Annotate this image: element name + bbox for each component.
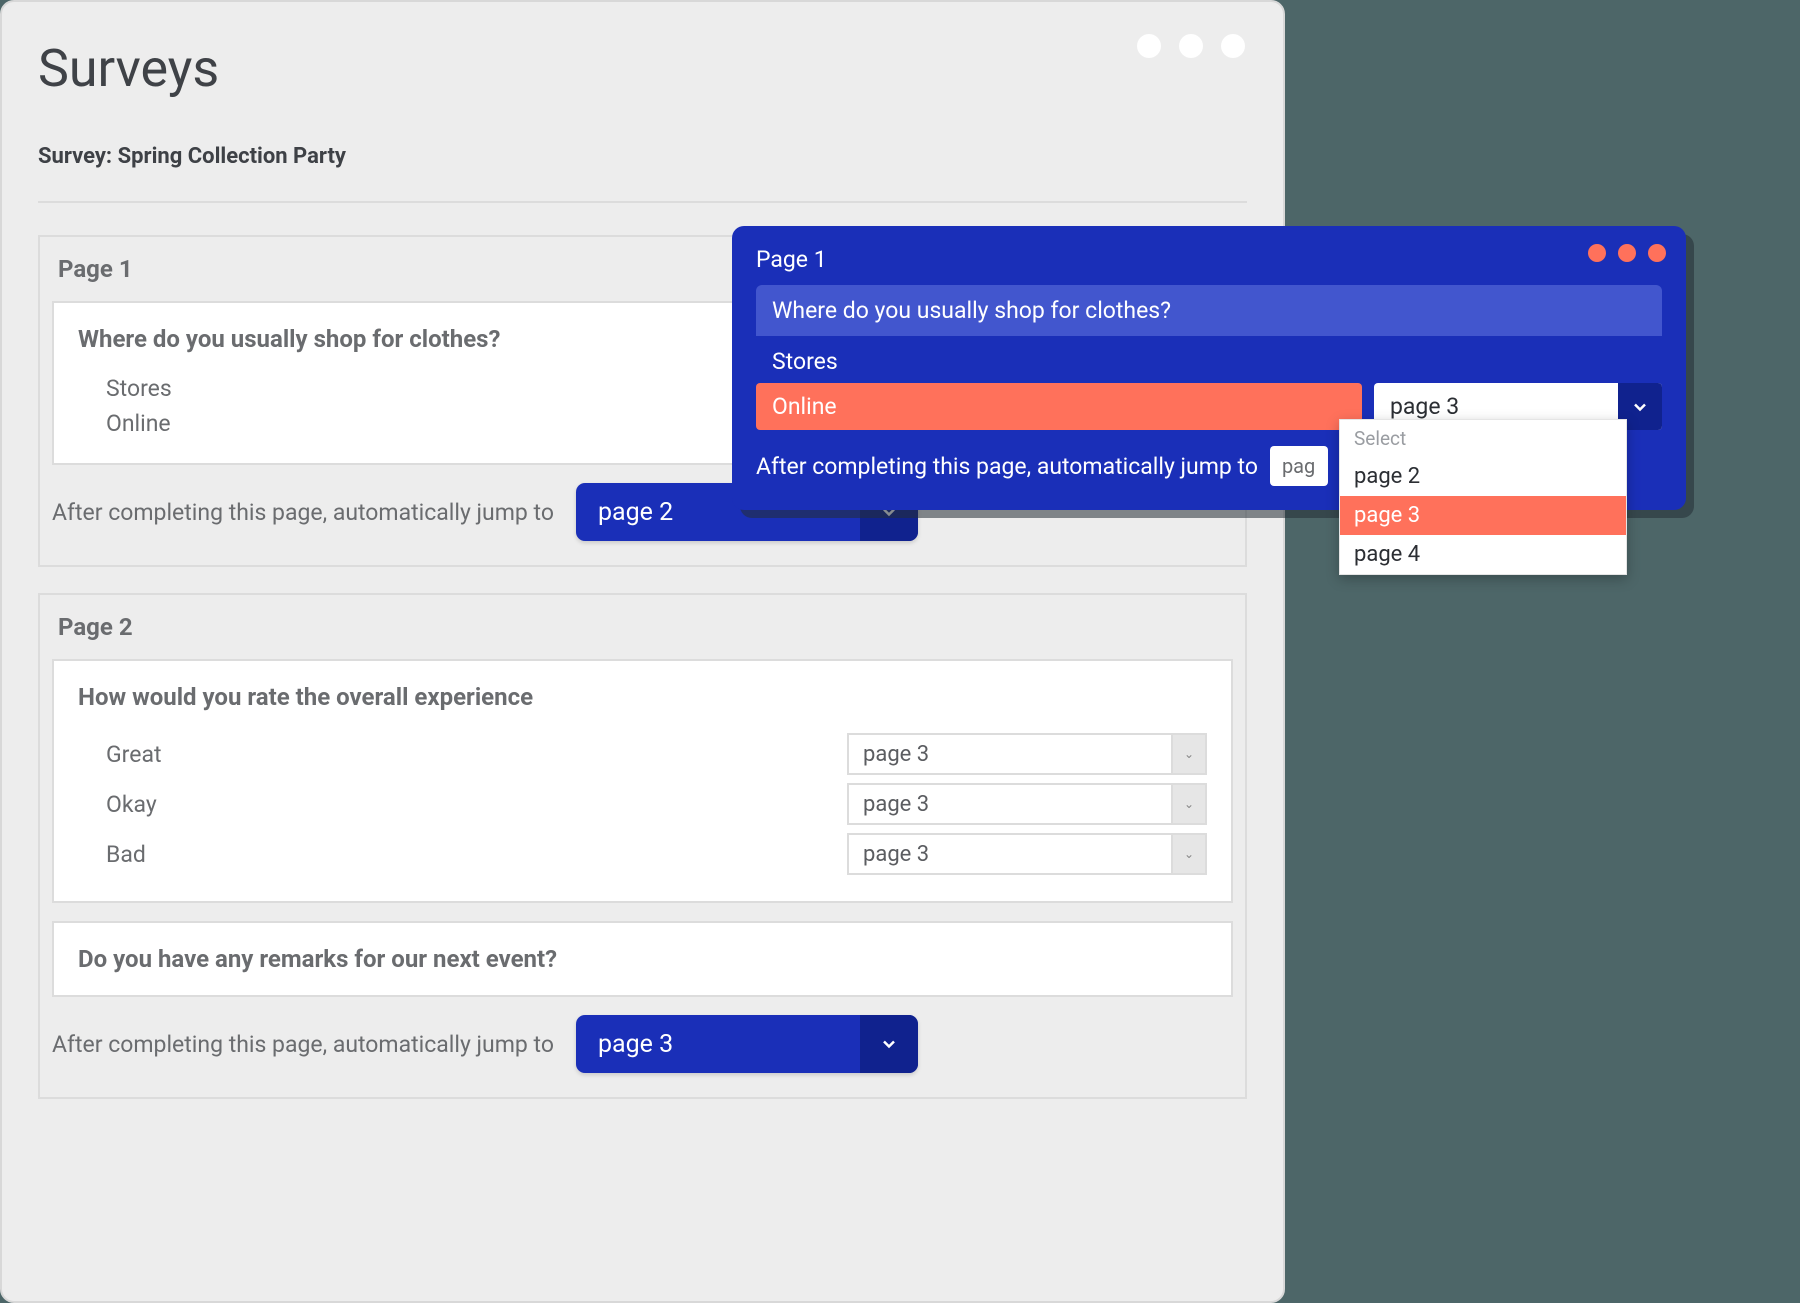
- answer-jump-select[interactable]: page 3 ⌄: [847, 833, 1207, 875]
- popup-controls: [1588, 244, 1666, 262]
- answer-option[interactable]: Okay page 3 ⌄: [78, 779, 1207, 829]
- window-dot-icon[interactable]: [1221, 34, 1245, 58]
- jump-row: After completing this page, automaticall…: [40, 1015, 1245, 1097]
- jump-label: After completing this page, automaticall…: [52, 1031, 554, 1058]
- select-value: page 3: [849, 735, 1171, 773]
- window-controls: [1137, 34, 1245, 58]
- popup-jump-input[interactable]: pag: [1270, 446, 1328, 486]
- popup-dot-icon[interactable]: [1618, 244, 1636, 262]
- page-title: Surveys: [38, 38, 1247, 99]
- survey-page-block: Page 2 How would you rate the overall ex…: [38, 593, 1247, 1099]
- popup-dot-icon[interactable]: [1648, 244, 1666, 262]
- answer-label: Great: [106, 741, 161, 768]
- page-jump-select[interactable]: page 3: [576, 1015, 918, 1073]
- dropdown-option[interactable]: page 2: [1340, 457, 1626, 496]
- popup-page-label: Page 1: [756, 246, 1662, 273]
- question-card[interactable]: How would you rate the overall experienc…: [52, 659, 1233, 903]
- select-value: page 3: [849, 785, 1171, 823]
- dropdown-option-highlighted[interactable]: page 3: [1340, 496, 1626, 535]
- jump-label: After completing this page, automaticall…: [52, 499, 554, 526]
- answer-option[interactable]: Great page 3 ⌄: [78, 729, 1207, 779]
- survey-name: Survey: Spring Collection Party: [38, 144, 1247, 169]
- select-value: page 3: [576, 1015, 860, 1073]
- dropdown-option[interactable]: page 4: [1340, 535, 1626, 574]
- answer-option[interactable]: Bad page 3 ⌄: [78, 829, 1207, 879]
- chevron-down-icon: [860, 1015, 918, 1073]
- chevron-down-icon: ⌄: [1171, 785, 1205, 823]
- answer-jump-select[interactable]: page 3 ⌄: [847, 783, 1207, 825]
- chevron-down-icon: ⌄: [1171, 735, 1205, 773]
- answer-label: Bad: [106, 841, 146, 868]
- answer-label: Online: [106, 410, 171, 437]
- popup-answer-option[interactable]: Stores: [756, 336, 1662, 383]
- jump-select-dropdown[interactable]: Select page 2 page 3 page 4: [1339, 419, 1627, 575]
- page-label: Page 2: [40, 595, 1245, 659]
- answer-jump-select[interactable]: page 3 ⌄: [847, 733, 1207, 775]
- survey-editor-window: Surveys Survey: Spring Collection Party …: [0, 0, 1285, 1303]
- question-card[interactable]: Do you have any remarks for our next eve…: [52, 921, 1233, 997]
- question-heading: How would you rate the overall experienc…: [78, 683, 1207, 711]
- question-heading: Do you have any remarks for our next eve…: [78, 945, 1207, 973]
- popup-answer-option-selected[interactable]: Online: [756, 383, 1362, 430]
- answer-label: Okay: [106, 791, 157, 818]
- popup-jump-label: After completing this page, automaticall…: [756, 453, 1258, 480]
- select-value: page 3: [849, 835, 1171, 873]
- divider: [38, 201, 1247, 203]
- popup-dot-icon[interactable]: [1588, 244, 1606, 262]
- window-dot-icon[interactable]: [1137, 34, 1161, 58]
- answer-label: Stores: [106, 375, 172, 402]
- chevron-down-icon: ⌄: [1171, 835, 1205, 873]
- window-dot-icon[interactable]: [1179, 34, 1203, 58]
- dropdown-placeholder: Select: [1340, 420, 1626, 457]
- popup-question: Where do you usually shop for clothes?: [756, 285, 1662, 336]
